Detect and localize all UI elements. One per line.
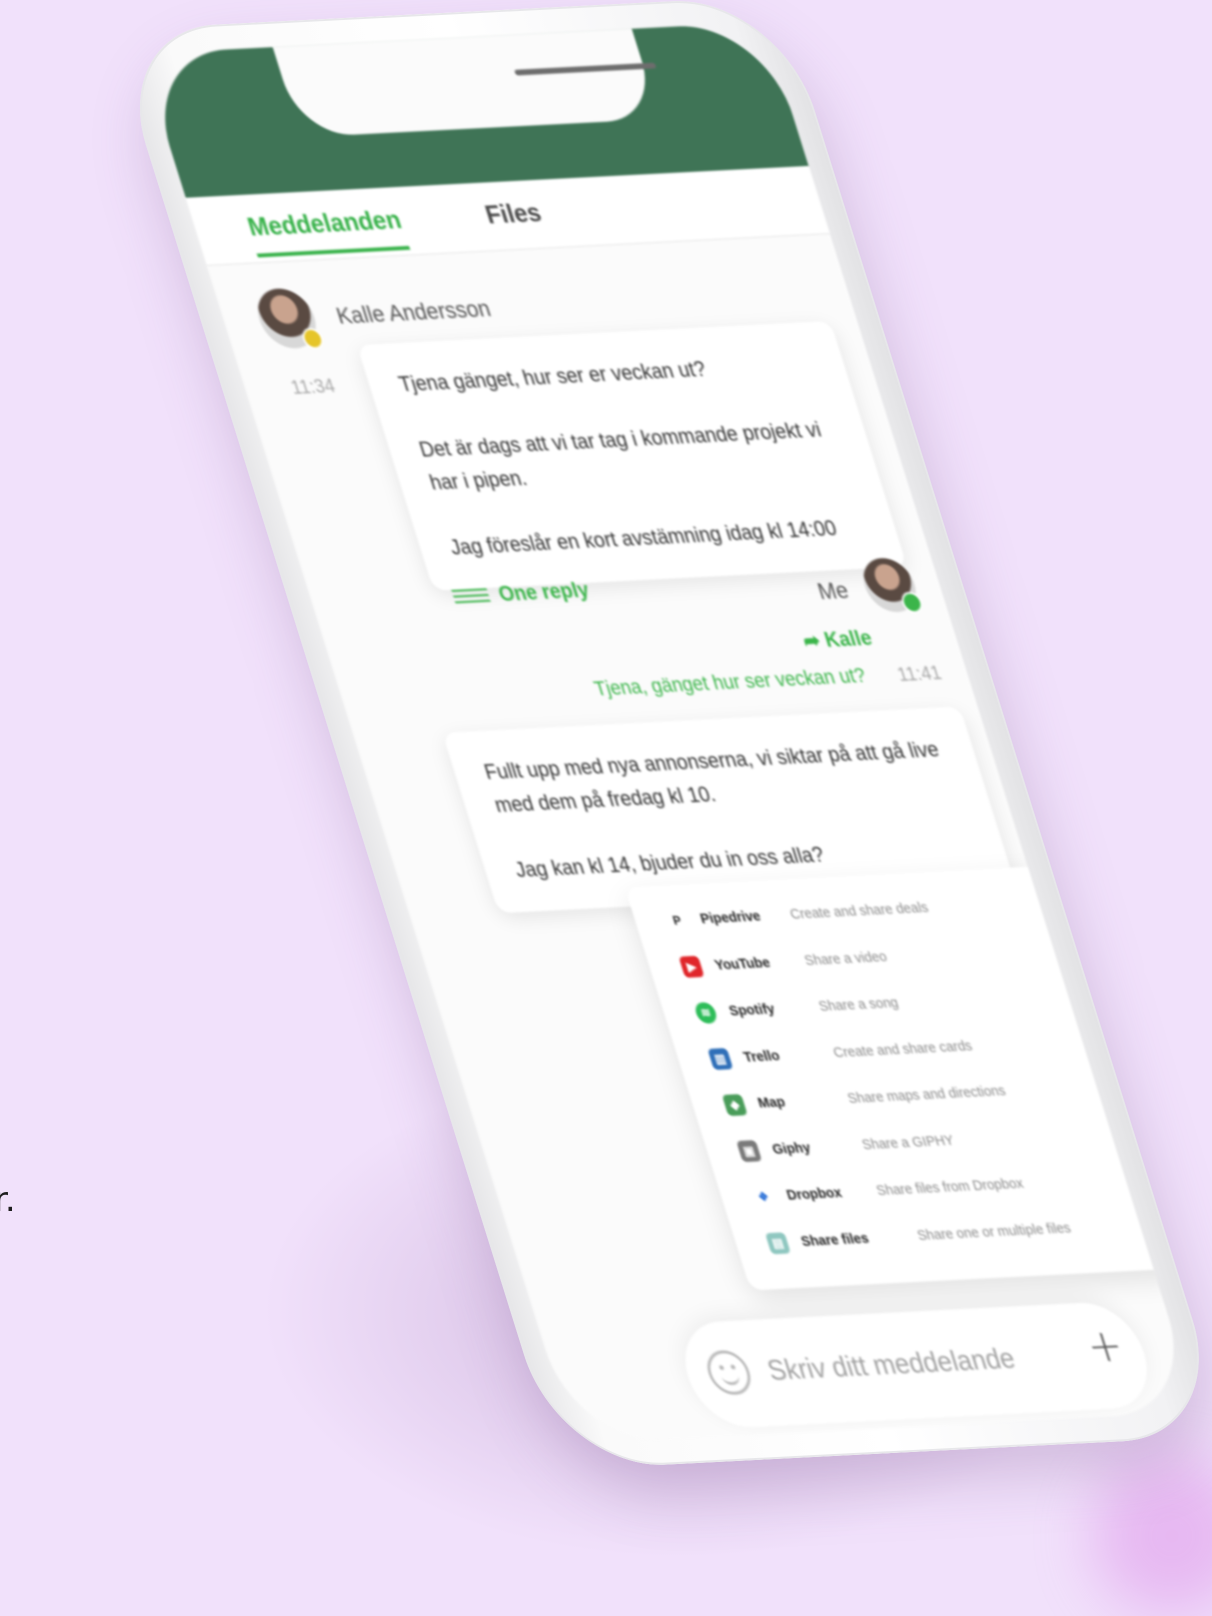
message-time: 11:34: [288, 375, 338, 399]
dropbox-icon: ❖: [750, 1186, 777, 1209]
thread-reply-link[interactable]: One reply: [449, 577, 592, 609]
message-text: Fullt upp med nya annonserna, vi siktar …: [481, 736, 942, 817]
integration-description: Create and share deals: [787, 899, 931, 923]
giphy-icon: ▣: [736, 1140, 763, 1163]
avatar-me[interactable]: [856, 556, 926, 614]
integration-youtube[interactable]: ▶ YouTube Share a video: [677, 948, 889, 989]
reply-count-label: One reply: [495, 577, 593, 606]
quoted-author-name: Kalle: [821, 625, 875, 652]
integration-share-files[interactable]: ▤ Share files Share one or multiple file…: [763, 1220, 1073, 1265]
integration-name: Share files: [799, 1230, 871, 1250]
spotify-icon: ≋: [692, 1001, 719, 1024]
message-text: Tjena gänget, hur ser er veckan ut?: [395, 356, 709, 397]
integration-description: Share a song: [816, 994, 901, 1015]
emoji-mouth: [719, 1370, 742, 1386]
pipedrive-icon: P: [664, 909, 691, 932]
message-time: 11:41: [894, 662, 945, 686]
phone-notch: [271, 24, 660, 138]
online-status-dot: [899, 591, 926, 614]
integration-name: YouTube: [712, 954, 773, 974]
message-composer: +: [671, 1300, 1161, 1430]
sender-name-kalle: Kalle Andersson: [333, 295, 494, 330]
quoted-author: ➦ Kalle: [800, 625, 876, 653]
integration-description: Share a video: [802, 948, 889, 969]
integration-spotify[interactable]: ≋ Spotify Share a song: [691, 994, 900, 1035]
integration-description: Share one or multiple files: [915, 1219, 1073, 1244]
emoji-icon[interactable]: [701, 1349, 757, 1396]
decorative-blob: [1092, 1456, 1212, 1616]
integration-name: Trello: [741, 1047, 782, 1066]
integration-giphy[interactable]: ▣ Giphy Share a GIPHY: [734, 1132, 956, 1173]
away-status-dot: [299, 327, 326, 350]
tab-meddelanden[interactable]: Meddelanden: [243, 204, 410, 258]
trello-icon: ▥: [707, 1047, 734, 1071]
message-input[interactable]: [759, 1331, 1113, 1395]
integration-map[interactable]: ◆ Map Share maps and directions: [720, 1083, 1008, 1127]
integration-description: Share files from Dropbox: [874, 1175, 1026, 1200]
integration-name: Pipedrive: [698, 907, 763, 928]
integration-name: Dropbox: [784, 1184, 844, 1204]
message-text: Det är dags att vi tar tag i kommande pr…: [416, 417, 824, 495]
integration-description: Share maps and directions: [845, 1082, 1008, 1107]
file-icon: ▤: [764, 1232, 791, 1255]
integration-dropbox[interactable]: ❖ Dropbox Share files from Dropbox: [749, 1175, 1025, 1219]
integration-description: Share a GIPHY: [859, 1132, 957, 1154]
integration-pipedrive[interactable]: P Pipedrive Create and share deals: [662, 899, 930, 943]
map-icon: ◆: [721, 1094, 748, 1117]
thread-icon: [451, 588, 492, 606]
youtube-icon: ▶: [678, 955, 705, 978]
sender-name-me: Me: [814, 577, 852, 606]
quoted-message-text[interactable]: Tjena, gänget hur ser veckan ut?: [592, 665, 869, 702]
cropped-caption-text: r.: [0, 1180, 16, 1220]
message-bubble-incoming[interactable]: Tjena gänget, hur ser er veckan ut? Det …: [356, 320, 908, 591]
tab-files[interactable]: Files: [481, 197, 544, 230]
integrations-menu: P Pipedrive Create and share deals ▶ You…: [624, 863, 1199, 1291]
integration-description: Create and share cards: [831, 1037, 975, 1061]
message-text: Jag föreslår en kort avstämning idag kl …: [446, 515, 840, 560]
integration-name: Map: [755, 1093, 788, 1112]
integration-trello[interactable]: ▥ Trello Create and share cards: [706, 1037, 974, 1081]
avatar-kalle[interactable]: [250, 287, 326, 350]
integration-name: Giphy: [770, 1139, 813, 1158]
integration-name: Spotify: [727, 1000, 777, 1020]
speaker-grille: [514, 62, 657, 76]
